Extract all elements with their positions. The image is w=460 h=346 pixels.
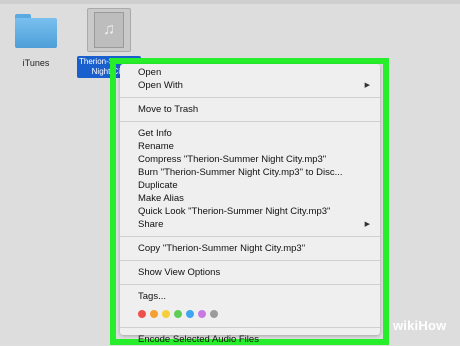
menu-item-rename[interactable]: Rename <box>120 140 380 153</box>
menu-item-burn[interactable]: Burn "Therion-Summer Night City.mp3" to … <box>120 166 380 179</box>
tag-purple-dot[interactable] <box>198 310 206 318</box>
tag-yellow-dot[interactable] <box>162 310 170 318</box>
menu-item-share-label: Share <box>138 219 164 230</box>
tag-color-row <box>120 306 380 322</box>
tag-red-dot[interactable] <box>138 310 146 318</box>
tag-gray-dot[interactable] <box>210 310 218 318</box>
menu-item-open[interactable]: Open <box>120 66 380 79</box>
menu-item-move-to-trash[interactable]: Move to Trash <box>120 103 380 116</box>
menu-separator <box>120 236 380 237</box>
menu-separator <box>120 284 380 285</box>
folder-label: iTunes <box>22 58 50 68</box>
menu-item-open-with[interactable]: Open With ▶ <box>120 79 380 92</box>
menu-item-tags[interactable]: Tags... <box>120 290 380 303</box>
menu-separator <box>120 327 380 328</box>
wikihow-watermark: wikiHow <box>393 318 447 333</box>
menu-item-show-view-options[interactable]: Show View Options <box>120 266 380 279</box>
folder-icon <box>15 12 57 48</box>
itunes-folder[interactable]: iTunes <box>8 12 64 68</box>
chevron-right-icon: ▶ <box>364 221 370 228</box>
menu-item-copy[interactable]: Copy "Therion-Summer Night City.mp3" <box>120 242 380 255</box>
menu-separator <box>120 121 380 122</box>
menu-separator <box>120 260 380 261</box>
menu-item-get-info[interactable]: Get Info <box>120 127 380 140</box>
tag-orange-dot[interactable] <box>150 310 158 318</box>
menu-separator <box>120 97 380 98</box>
menu-item-make-alias[interactable]: Make Alias <box>120 192 380 205</box>
context-menu: Open Open With ▶ Move to Trash Get Info … <box>120 64 380 345</box>
menu-item-share[interactable]: Share ▶ <box>120 218 380 231</box>
tag-blue-dot[interactable] <box>186 310 194 318</box>
menu-item-compress[interactable]: Compress "Therion-Summer Night City.mp3" <box>120 153 380 166</box>
audio-file-icon: ♫ <box>87 8 131 52</box>
menu-item-open-with-label: Open With <box>138 80 183 91</box>
desktop-top-strip <box>0 0 460 4</box>
menu-item-encode-audio[interactable]: Encode Selected Audio Files <box>120 333 380 346</box>
menu-item-quick-look[interactable]: Quick Look "Therion-Summer Night City.mp… <box>120 205 380 218</box>
tag-green-dot[interactable] <box>174 310 182 318</box>
music-note-icon: ♫ <box>103 21 115 38</box>
menu-item-duplicate[interactable]: Duplicate <box>120 179 380 192</box>
chevron-right-icon: ▶ <box>364 82 370 89</box>
